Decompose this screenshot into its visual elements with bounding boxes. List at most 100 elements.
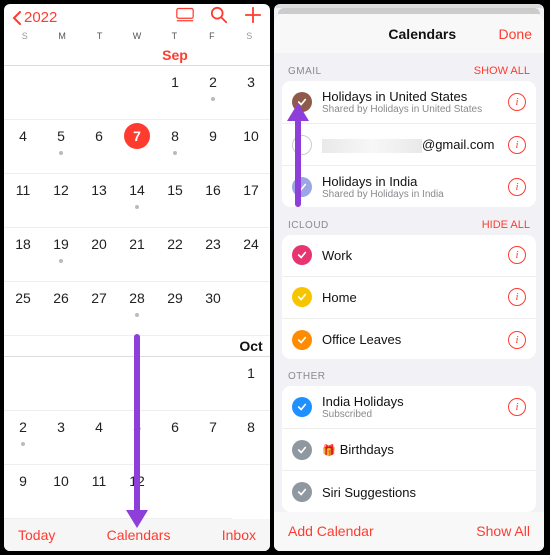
sheet-footer: Add Calendar Show All [274,512,544,551]
sheet-title: Calendars [346,26,499,42]
day-cell[interactable]: 1 [156,66,194,120]
checkmark-icon[interactable] [292,92,312,112]
icloud-section-label: ICLOUD [288,220,329,231]
info-icon[interactable]: i [508,136,526,154]
day-cell[interactable]: 14 [118,174,156,228]
info-icon[interactable]: i [508,288,526,306]
info-icon[interactable]: i [508,398,526,416]
info-icon[interactable]: i [508,178,526,196]
day-cell[interactable]: 30 [194,282,232,336]
day-cell[interactable]: 2 [194,66,232,120]
weekday-header: SMTWTFS [4,31,270,45]
today-button[interactable]: Today [18,527,55,543]
day-cell[interactable]: 8 [232,411,270,465]
gmail-show-all[interactable]: SHOW ALL [474,65,530,77]
footer-show-all[interactable]: Show All [476,523,530,539]
icloud-hide-all[interactable]: HIDE ALL [482,219,530,231]
month-label-sep: Sep [156,45,194,65]
day-cell[interactable]: 27 [80,282,118,336]
add-calendar-button[interactable]: Add Calendar [288,523,374,539]
calendar-row[interactable]: Work i [282,235,536,277]
month-grid-sep: 1 2 3 4 5 6 7 8 9 10 11 12 13 14 15 16 1… [4,65,270,336]
back-year: 2022 [24,9,57,26]
checkmark-empty-icon[interactable] [292,135,312,155]
day-cell[interactable]: 25 [4,282,42,336]
calendar-row[interactable]: Home i [282,277,536,319]
day-cell[interactable]: 6 [80,120,118,174]
other-section-label: OTHER [288,371,326,382]
other-card: India HolidaysSubscribed i 🎁Birthdays Si… [282,386,536,511]
search-icon[interactable] [210,6,228,29]
day-cell[interactable]: 29 [156,282,194,336]
back-button[interactable]: 2022 [12,9,57,26]
gmail-section-label: GMAIL [288,66,322,77]
chevron-left-icon [12,11,22,25]
day-cell[interactable]: 7 [194,411,232,465]
day-cell[interactable]: 12 [118,465,156,519]
day-cell-today[interactable]: 7 [118,120,156,174]
day-cell[interactable]: 8 [156,120,194,174]
calendars-settings-sheet: Calendars Done GMAIL SHOW ALL Holidays in… [274,4,544,551]
checkmark-icon[interactable] [292,397,312,417]
day-cell[interactable]: 15 [156,174,194,228]
day-cell[interactable]: 11 [4,174,42,228]
day-cell[interactable]: 11 [80,465,118,519]
day-cell[interactable]: 10 [232,120,270,174]
list-view-icon[interactable] [176,6,194,29]
calendar-row[interactable]: Siri Suggestions [282,471,536,511]
calendars-button[interactable]: Calendars [107,527,171,543]
calendar-row[interactable]: @gmail.com i [282,124,536,166]
day-cell[interactable]: 12 [42,174,80,228]
checkmark-icon[interactable] [292,330,312,350]
day-cell[interactable]: 28 [118,282,156,336]
gift-icon: 🎁 [322,445,336,457]
day-cell[interactable]: 5 [42,120,80,174]
calendar-row[interactable]: Holidays in United StatesShared by Holid… [282,81,536,124]
redacted-email [322,139,422,153]
day-cell[interactable]: 20 [80,228,118,282]
day-cell[interactable]: 3 [232,66,270,120]
info-icon[interactable]: i [508,331,526,349]
calendar-month-screen: 2022 SMTWTFS Sep 1 2 3 4 5 6 7 8 9 10 11… [4,4,270,551]
nav-bar: 2022 [4,4,270,31]
checkmark-icon[interactable] [292,177,312,197]
day-cell[interactable]: 2 [4,411,42,465]
day-cell[interactable]: 9 [4,465,42,519]
day-cell[interactable]: 4 [4,120,42,174]
day-cell[interactable]: 22 [156,228,194,282]
day-cell[interactable]: 10 [42,465,80,519]
day-cell[interactable]: 13 [80,174,118,228]
day-cell[interactable]: 24 [232,228,270,282]
info-icon[interactable]: i [508,246,526,264]
checkmark-icon[interactable] [292,287,312,307]
calendar-row[interactable]: India HolidaysSubscribed i [282,386,536,429]
day-cell[interactable]: 5 [118,411,156,465]
month-label-oct: Oct [232,336,270,356]
day-cell[interactable]: 1 [232,357,270,411]
info-icon[interactable]: i [508,93,526,111]
day-cell[interactable]: 23 [194,228,232,282]
day-cell[interactable]: 18 [4,228,42,282]
checkmark-icon[interactable] [292,245,312,265]
calendar-row[interactable]: Office Leaves i [282,319,536,359]
icloud-card: Work i Home i Office Leaves i [282,235,536,359]
day-cell[interactable]: 21 [118,228,156,282]
checkmark-icon[interactable] [292,482,312,502]
bottom-toolbar: Today Calendars Inbox [4,519,270,551]
day-cell[interactable]: 19 [42,228,80,282]
checkmark-icon[interactable] [292,440,312,460]
add-event-icon[interactable] [244,6,262,29]
sheet-header: Calendars Done [274,14,544,53]
calendar-row[interactable]: 🎁Birthdays [282,429,536,471]
day-cell[interactable]: 6 [156,411,194,465]
calendar-row[interactable]: Holidays in IndiaShared by Holidays in I… [282,166,536,206]
day-cell[interactable]: 3 [42,411,80,465]
day-cell[interactable]: 26 [42,282,80,336]
day-cell[interactable]: 4 [80,411,118,465]
inbox-button[interactable]: Inbox [222,527,256,543]
day-cell[interactable]: 17 [232,174,270,228]
gmail-card: Holidays in United StatesShared by Holid… [282,81,536,206]
done-button[interactable]: Done [499,26,532,42]
day-cell[interactable]: 9 [194,120,232,174]
day-cell[interactable]: 16 [194,174,232,228]
